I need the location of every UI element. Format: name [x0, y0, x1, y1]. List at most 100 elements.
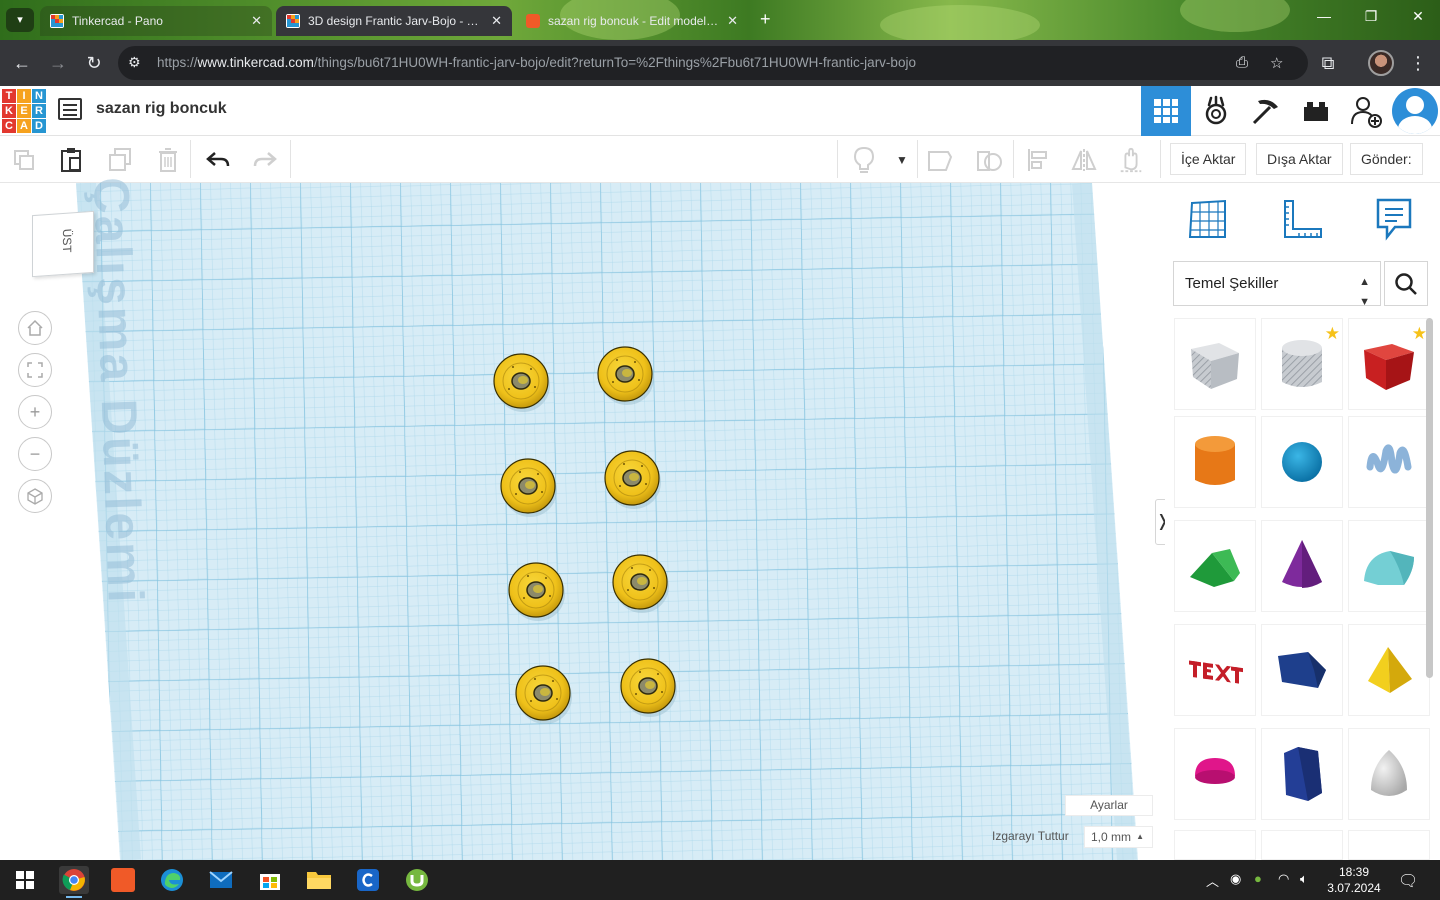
design-objects — [493, 346, 678, 725]
cylinder-hole-icon — [1282, 340, 1322, 387]
shape-round-roof[interactable] — [1348, 520, 1430, 612]
bead-object[interactable] — [597, 346, 655, 406]
taskbar-app-c[interactable] — [353, 866, 383, 894]
chrome-icon — [62, 869, 85, 891]
shape-tile-partial[interactable] — [1261, 830, 1343, 860]
shape-box-hole[interactable] — [1174, 318, 1256, 410]
bead-object[interactable] — [612, 554, 670, 614]
notifications-icon[interactable]: 🗨︎ — [1398, 871, 1418, 891]
snap-grid-value: 1,0 mm — [1091, 830, 1132, 844]
c-app-icon — [357, 869, 379, 891]
brick-icon — [1304, 102, 1328, 121]
shape-library-select[interactable]: Temel Şekiller ▲ ▼ — [1173, 261, 1381, 308]
snap-grid-select[interactable]: 1,0 mm ▲ — [1084, 826, 1153, 848]
favorite-star-icon[interactable]: ★ — [1325, 325, 1340, 342]
volume-icon[interactable]: 🔈︎ — [1300, 871, 1308, 887]
workplane-settings-button[interactable]: Ayarlar — [1065, 795, 1153, 816]
start-button[interactable] — [10, 866, 40, 894]
clock-time: 18:39 — [1338, 865, 1370, 879]
ruler-tool-button[interactable] — [1280, 196, 1324, 242]
round-roof-icon — [1364, 551, 1414, 585]
close-window-icon[interactable]: ✕ — [1406, 8, 1430, 25]
box-icon — [1364, 344, 1414, 390]
favorite-star-icon[interactable]: ★ — [1412, 325, 1427, 342]
restore-icon[interactable]: ❐ — [1359, 8, 1383, 25]
taskbar-edge[interactable] — [157, 866, 187, 894]
shape-pyramid[interactable] — [1348, 624, 1430, 716]
import-button[interactable]: İçe Aktar — [1170, 143, 1247, 175]
taskbar-chrome[interactable] — [59, 866, 89, 898]
shape-half-sphere[interactable] — [1174, 728, 1256, 820]
polygon-icon — [1278, 652, 1326, 688]
shapes-scrollbar[interactable] — [1426, 318, 1433, 678]
workplane-tool-button[interactable] — [1186, 196, 1230, 242]
profile-avatar[interactable] — [1368, 50, 1394, 76]
shape-tile-partial[interactable] — [1174, 830, 1256, 860]
shape-search-button[interactable] — [1384, 261, 1428, 306]
box-hole-icon — [1191, 343, 1239, 389]
invite-people-button[interactable] — [1341, 86, 1391, 136]
install-app-icon[interactable]: ⎙ — [1236, 54, 1248, 71]
workplane-icon — [1188, 199, 1226, 238]
roof-icon — [1190, 549, 1240, 587]
blocks-view-button[interactable] — [1191, 86, 1241, 136]
bead-object[interactable] — [515, 665, 573, 725]
browser-menu-icon[interactable]: ⋮ — [1406, 51, 1430, 75]
note-icon — [1376, 198, 1412, 241]
taskbar-store[interactable] — [255, 866, 285, 894]
windows-logo-icon — [16, 871, 34, 889]
shape-cone[interactable] — [1261, 520, 1343, 612]
export-button[interactable]: Dışa Aktar — [1256, 143, 1343, 175]
shape-tile-partial[interactable] — [1348, 830, 1430, 860]
taskbar-mail[interactable] — [206, 866, 236, 894]
minecraft-view-button[interactable] — [1241, 86, 1291, 136]
user-avatar[interactable] — [1392, 88, 1438, 134]
shape-hexagonal-prism[interactable] — [1261, 728, 1343, 820]
shape-library-value: Temel Şekiller — [1185, 275, 1279, 292]
system-clock[interactable]: 18:39 3.07.2024 — [1325, 864, 1383, 896]
shape-paraboloid[interactable] — [1348, 728, 1430, 820]
bead-object[interactable] — [620, 658, 678, 718]
half-sphere-icon — [1195, 758, 1235, 784]
shape-text[interactable] — [1174, 624, 1256, 716]
shape-scribble[interactable] — [1348, 416, 1430, 508]
text-shape-icon — [1189, 660, 1243, 684]
shape-box[interactable]: ★ — [1348, 318, 1430, 410]
app-flag-icon — [111, 868, 135, 892]
minimize-icon[interactable]: — — [1312, 8, 1336, 24]
hexagonal-prism-icon — [1284, 747, 1322, 801]
show-hidden-icons[interactable]: ︿ — [1206, 871, 1219, 890]
shape-polygon[interactable] — [1261, 624, 1343, 716]
shape-roof[interactable] — [1174, 520, 1256, 612]
cone-icon — [1282, 540, 1322, 588]
add-user-icon — [1351, 97, 1382, 128]
utorrent-icon — [406, 869, 428, 891]
bead-object[interactable] — [500, 458, 558, 518]
bead-object[interactable] — [604, 450, 662, 510]
sphere-icon — [1282, 442, 1322, 482]
bead-object[interactable] — [493, 353, 551, 413]
shape-cylinder-hole[interactable]: ★ — [1261, 318, 1343, 410]
snap-grid-label: Izgarayı Tuttur — [992, 829, 1069, 843]
bricks-view-button[interactable] — [1291, 86, 1341, 136]
sim-lab-icon — [1205, 95, 1227, 125]
steam-tray-icon[interactable]: ◉ — [1230, 871, 1241, 887]
extensions-icon[interactable]: ⧉ — [1316, 51, 1340, 75]
shape-cylinder[interactable] — [1174, 416, 1256, 508]
notes-tool-button[interactable] — [1372, 196, 1416, 242]
wifi-icon[interactable]: ◠ — [1278, 871, 1289, 887]
taskbar-file-explorer[interactable] — [304, 866, 334, 894]
scribble-icon — [1366, 444, 1412, 474]
utorrent-tray-icon[interactable]: ● — [1254, 871, 1262, 886]
send-to-button[interactable]: Gönder: — [1350, 143, 1423, 175]
caret-up-icon: ▲ — [1136, 832, 1144, 841]
bookmark-star-icon[interactable]: ☆ — [1270, 54, 1283, 72]
taskbar-pdf-app[interactable] — [108, 866, 138, 894]
pickaxe-icon — [1252, 99, 1278, 125]
shape-sphere[interactable] — [1261, 416, 1343, 508]
pyramid-icon — [1368, 647, 1412, 693]
taskbar-utorrent[interactable] — [402, 866, 432, 894]
bead-object[interactable] — [508, 562, 566, 622]
paraboloid-icon — [1371, 750, 1407, 796]
edge-icon — [161, 869, 183, 891]
